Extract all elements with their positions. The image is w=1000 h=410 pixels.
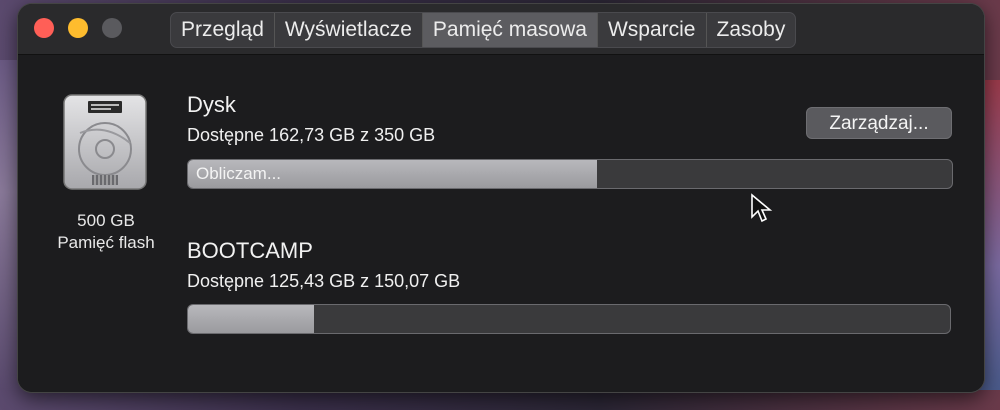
tab-resources[interactable]: Zasoby	[707, 13, 796, 47]
storage-bar-label: Obliczam...	[196, 164, 282, 183]
tab-displays[interactable]: Wyświetlacze	[275, 13, 423, 47]
mouse-cursor-icon	[751, 193, 773, 223]
volume-name-bootcamp: BOOTCAMP	[187, 238, 313, 263]
minimize-button[interactable]	[68, 18, 88, 38]
tab-overview[interactable]: Przegląd	[171, 13, 275, 47]
hard-drive-icon	[63, 94, 147, 190]
storage-bar-dysk: Obliczam...	[187, 159, 953, 189]
tab-support[interactable]: Wsparcie	[598, 13, 707, 47]
storage-bar-bootcamp	[187, 304, 951, 334]
tab-bar: Przegląd Wyświetlacze Pamięć masowa Wspa…	[170, 12, 797, 48]
volume-name-dysk: Dysk	[187, 92, 236, 117]
zoom-button[interactable]	[102, 18, 122, 38]
title-bar: Przegląd Wyświetlacze Pamięć masowa Wspa…	[18, 4, 984, 55]
disk-caption: 500 GB Pamięć flash	[36, 210, 176, 254]
volume-available-bootcamp: Dostępne 125,43 GB z 150,07 GB	[187, 271, 461, 291]
volume-available-dysk: Dostępne 162,73 GB z 350 GB	[187, 125, 436, 145]
tab-storage[interactable]: Pamięć masowa	[422, 13, 598, 47]
storage-bar-fill-bootcamp	[188, 305, 314, 333]
storage-window: Przegląd Wyświetlacze Pamięć masowa Wspa…	[18, 4, 984, 392]
disk-type: Pamięć flash	[57, 233, 155, 252]
close-button[interactable]	[34, 18, 54, 38]
storage-content: 500 GB Pamięć flash Dysk Dostępne 162,73…	[18, 55, 984, 392]
manage-button[interactable]: Zarządzaj...	[806, 107, 952, 139]
disk-size: 500 GB	[77, 211, 135, 230]
